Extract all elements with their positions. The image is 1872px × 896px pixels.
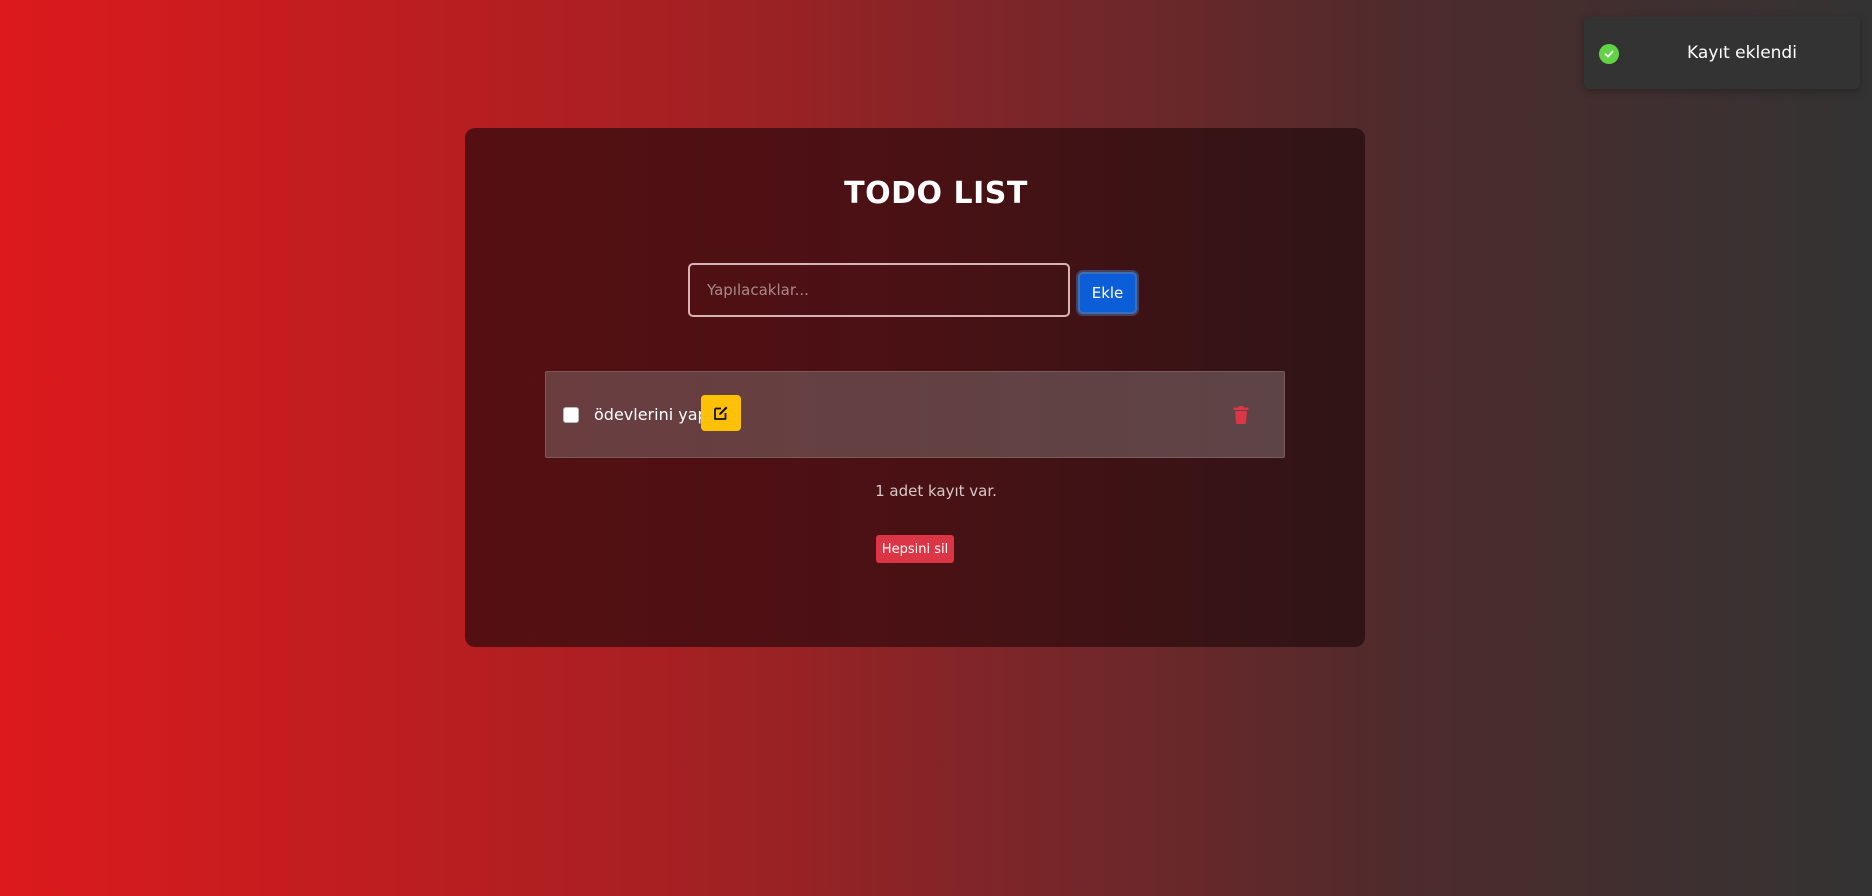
todo-text: ödevlerini yap [594, 405, 708, 424]
toast-message: Kayıt eklendi [1687, 43, 1797, 63]
trash-icon[interactable] [1233, 406, 1249, 424]
edit-button[interactable] [701, 395, 741, 431]
add-button[interactable]: Ekle [1078, 272, 1137, 314]
todo-checkbox[interactable] [563, 407, 579, 423]
todo-count: 1 adet kayıt var. [875, 482, 997, 500]
page-title: TODO LIST [844, 176, 1028, 211]
toast-notification: Kayıt eklendi [1584, 17, 1860, 89]
todo-input[interactable] [688, 263, 1070, 317]
delete-all-button[interactable]: Hepsini sil [876, 535, 954, 563]
todo-item: ödevlerini yap [545, 371, 1285, 458]
check-circle-icon [1599, 44, 1619, 64]
edit-icon [714, 406, 728, 420]
